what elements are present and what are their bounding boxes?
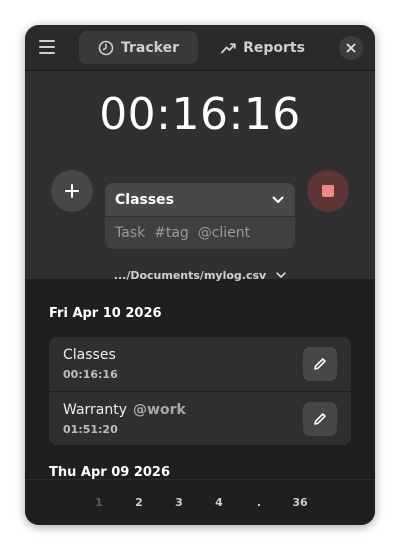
- tab-tracker[interactable]: Tracker: [79, 31, 198, 64]
- page-ellipsis: .: [256, 496, 262, 509]
- task-input-placeholder: Task #tag @client: [115, 225, 251, 241]
- tab-label: Tracker: [121, 39, 179, 56]
- edit-button[interactable]: [303, 347, 337, 381]
- add-entry-button[interactable]: [51, 170, 93, 212]
- app-window: Tracker Reports 00:16:16 Classes Task #t…: [25, 25, 375, 525]
- pencil-icon: [314, 358, 326, 370]
- page-link[interactable]: 36: [290, 496, 310, 509]
- day-header: Thu Apr 09 2026: [49, 465, 171, 479]
- trend-icon: [221, 42, 236, 53]
- entry-name: Classes: [63, 347, 116, 363]
- chevron-down-icon: [272, 196, 284, 203]
- header-bar: Tracker Reports: [25, 25, 375, 71]
- edit-button[interactable]: [303, 402, 337, 436]
- page-link[interactable]: 2: [129, 496, 149, 509]
- page-link[interactable]: 4: [209, 496, 229, 509]
- page-link[interactable]: 1: [89, 496, 109, 509]
- pagination: 1 2 3 4 . 36: [25, 479, 375, 525]
- close-icon: [346, 43, 356, 53]
- entry-tag: @work: [133, 402, 186, 418]
- chevron-down-icon: [276, 272, 286, 278]
- entry-name: Warranty: [63, 402, 128, 418]
- entry-title: Warranty @work: [63, 402, 186, 418]
- tab-reports[interactable]: Reports: [208, 31, 318, 64]
- close-button[interactable]: [339, 36, 363, 60]
- page-link[interactable]: 3: [169, 496, 189, 509]
- task-input[interactable]: Task #tag @client: [105, 216, 295, 249]
- day-entries-card: Classes 00:16:16 Warranty @work 01:51:20: [49, 337, 351, 445]
- elapsed-timer: 00:16:16: [99, 89, 301, 140]
- stop-icon: [322, 185, 334, 197]
- clock-icon: [98, 40, 114, 55]
- stop-button[interactable]: [307, 170, 349, 212]
- plus-icon: [65, 184, 79, 198]
- pencil-icon: [314, 413, 326, 425]
- entries-list: Fri Apr 10 2026 Classes 00:16:16 Warrant…: [25, 279, 375, 479]
- entry-duration: 01:51:20: [63, 423, 118, 436]
- day-header: Fri Apr 10 2026: [49, 306, 162, 321]
- entry-title: Classes: [63, 347, 116, 363]
- menu-icon[interactable]: [39, 40, 55, 54]
- project-select[interactable]: Classes: [105, 183, 295, 216]
- list-item[interactable]: Warranty @work 01:51:20: [49, 391, 351, 445]
- list-item[interactable]: Classes 00:16:16: [49, 337, 351, 391]
- tab-label: Reports: [243, 39, 305, 56]
- task-editor: Classes Task #tag @client: [105, 183, 295, 249]
- project-select-value: Classes: [115, 191, 175, 208]
- timer-panel: 00:16:16 Classes Task #tag @client .../D…: [25, 71, 375, 282]
- entry-duration: 00:16:16: [63, 368, 118, 381]
